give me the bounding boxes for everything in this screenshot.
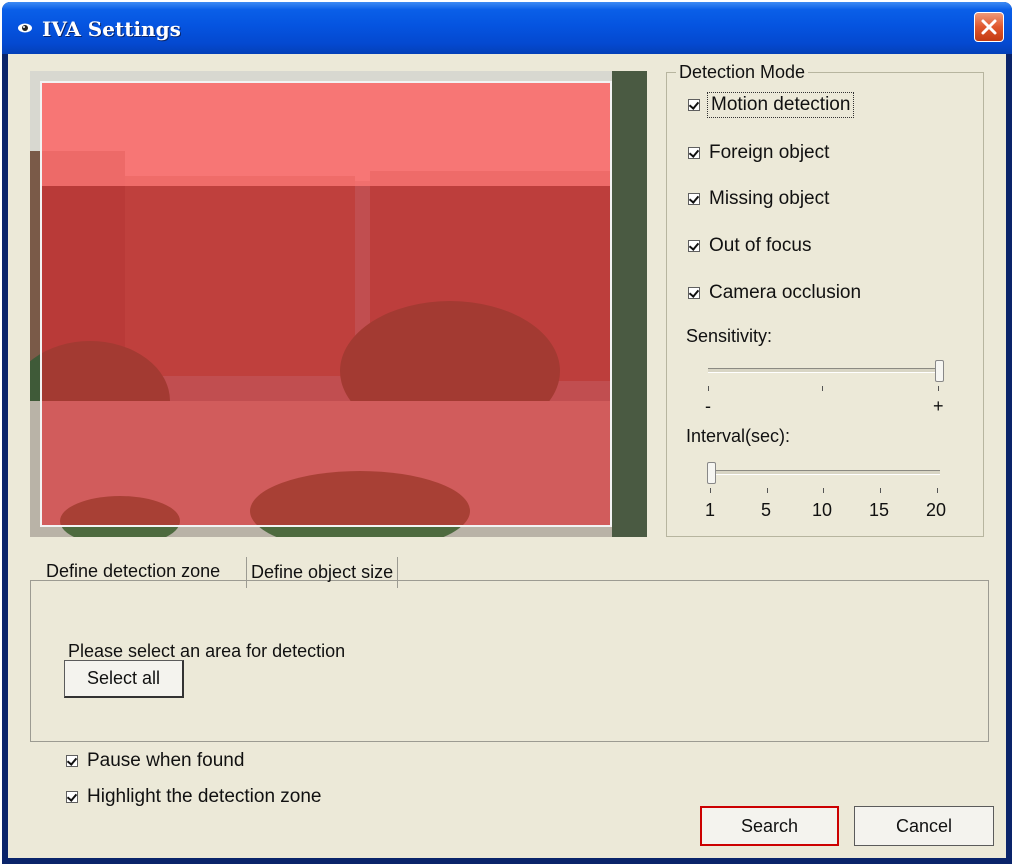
interval-tick — [767, 488, 768, 493]
dialog-body: Detection Mode Motion detection Foreign … — [8, 54, 1006, 858]
pause-when-found-checkbox[interactable]: Pause when found — [66, 750, 244, 772]
missing-object-checkbox[interactable]: Missing object — [688, 188, 829, 210]
checkbox-checked-icon — [688, 287, 700, 299]
close-icon — [981, 19, 997, 35]
sensitivity-min-label: - — [705, 396, 711, 416]
motion-detection-checkbox[interactable]: Motion detection — [688, 92, 855, 118]
sensitivity-label: Sensitivity: — [686, 326, 773, 346]
tab-define-detection-zone[interactable]: Define detection zone — [38, 554, 228, 590]
interval-tick-label: 1 — [705, 500, 716, 520]
window-title: IVA Settings — [42, 17, 181, 41]
interval-thumb[interactable] — [707, 462, 716, 484]
interval-tick — [710, 488, 711, 493]
highlight-zone-label: Highlight the detection zone — [87, 786, 322, 807]
sensitivity-tick — [708, 386, 709, 391]
tab-label: Define detection zone — [46, 561, 221, 581]
checkbox-checked-icon — [688, 147, 700, 159]
interval-tick — [823, 488, 824, 493]
iva-settings-window: IVA Settings Detection Mode Motion detec… — [2, 2, 1012, 864]
foreign-object-label: Foreign object — [709, 142, 830, 163]
checkbox-checked-icon — [688, 240, 700, 252]
checkbox-checked-icon — [688, 193, 700, 205]
eye-icon — [18, 23, 32, 33]
checkbox-checked-icon — [66, 791, 78, 803]
tab-label: Define object size — [251, 562, 394, 582]
camera-occlusion-checkbox[interactable]: Camera occlusion — [688, 282, 861, 304]
interval-tick — [880, 488, 881, 493]
out-of-focus-checkbox[interactable]: Out of focus — [688, 235, 811, 257]
zone-instruction: Please select an area for detection — [68, 641, 346, 661]
motion-detection-label: Motion detection — [706, 92, 855, 118]
sensitivity-track[interactable] — [708, 368, 940, 373]
camera-occlusion-label: Camera occlusion — [709, 282, 862, 303]
sensitivity-thumb[interactable] — [935, 360, 944, 382]
interval-track[interactable] — [710, 470, 940, 475]
interval-tick-label: 15 — [869, 500, 890, 520]
sensitivity-tick — [822, 386, 823, 391]
cancel-button[interactable]: Cancel — [854, 806, 994, 846]
interval-tick-label: 20 — [926, 500, 947, 520]
sensitivity-tick — [938, 386, 939, 391]
detection-zone-overlay[interactable] — [40, 81, 612, 527]
missing-object-label: Missing object — [709, 188, 830, 209]
detection-mode-title: Detection Mode — [676, 62, 809, 83]
checkbox-checked-icon — [688, 99, 700, 111]
pause-when-found-label: Pause when found — [87, 750, 245, 771]
foreign-object-checkbox[interactable]: Foreign object — [688, 142, 829, 164]
search-button[interactable]: Search — [700, 806, 839, 846]
highlight-zone-checkbox[interactable]: Highlight the detection zone — [66, 786, 322, 808]
out-of-focus-label: Out of focus — [709, 235, 812, 256]
interval-tick-label: 5 — [761, 500, 772, 520]
interval-label: Interval(sec): — [686, 426, 791, 446]
close-button[interactable] — [974, 12, 1004, 42]
title-bar[interactable]: IVA Settings — [2, 2, 1012, 54]
select-all-button[interactable]: Select all — [64, 660, 184, 698]
interval-tick — [937, 488, 938, 493]
checkbox-checked-icon — [66, 755, 78, 767]
zone-tint — [42, 83, 610, 525]
video-preview — [30, 71, 647, 537]
interval-tick-label: 10 — [812, 500, 833, 520]
sensitivity-max-label: + — [933, 396, 944, 416]
tab-define-object-size[interactable]: Define object size — [246, 557, 399, 588]
